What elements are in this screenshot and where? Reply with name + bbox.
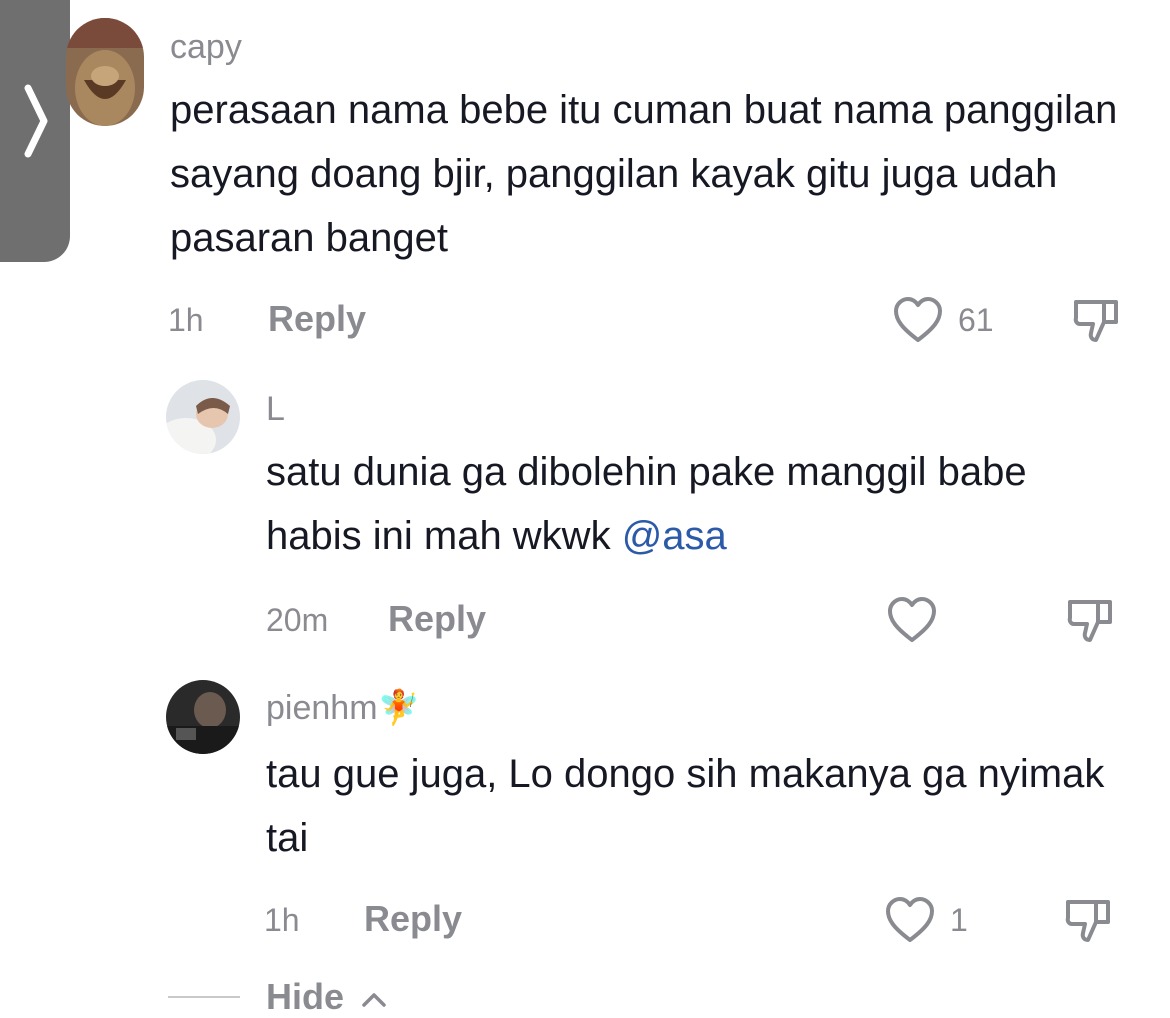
chevron-right-icon — [24, 84, 48, 158]
mention-link[interactable]: @asa — [622, 514, 727, 558]
avatar[interactable] — [166, 380, 240, 454]
thumbs-down-icon[interactable] — [1070, 294, 1124, 346]
reply-button[interactable]: Reply — [364, 898, 462, 940]
comment-text: perasaan nama bebe itu cuman buat nama p… — [170, 88, 1118, 260]
heart-outline-icon[interactable] — [884, 896, 936, 944]
reply-username[interactable]: L — [266, 390, 285, 429]
reply-button[interactable]: Reply — [388, 598, 486, 640]
reply-username[interactable]: pienhm🧚 — [266, 688, 420, 728]
reply-text: tau gue juga, Lo dongo sih makanya ga ny… — [266, 752, 1105, 860]
thumbs-down-icon[interactable] — [1064, 594, 1118, 646]
comment-timestamp: 1h — [168, 302, 204, 338]
side-panel-tab[interactable] — [0, 0, 70, 262]
reply-timestamp: 1h — [264, 902, 300, 938]
avatar[interactable] — [166, 680, 240, 754]
fairy-badge-icon: 🧚 — [377, 689, 420, 727]
reply-text: satu dunia ga dibolehin pake manggil bab… — [266, 440, 1126, 568]
reply-timestamp: 20m — [266, 602, 329, 638]
divider-line — [168, 996, 240, 998]
reply-username-text: pienhm — [266, 689, 378, 727]
hide-label: Hide — [266, 976, 345, 1017]
like-count: 61 — [958, 302, 994, 338]
chevron-up-icon — [362, 993, 386, 1008]
reply-button[interactable]: Reply — [268, 298, 366, 340]
comment-username[interactable]: capy — [170, 28, 242, 67]
like-count: 1 — [950, 902, 968, 938]
avatar[interactable] — [66, 18, 144, 126]
heart-outline-icon[interactable] — [892, 296, 944, 344]
thumbs-down-icon[interactable] — [1062, 894, 1116, 946]
heart-outline-icon[interactable] — [886, 596, 938, 644]
